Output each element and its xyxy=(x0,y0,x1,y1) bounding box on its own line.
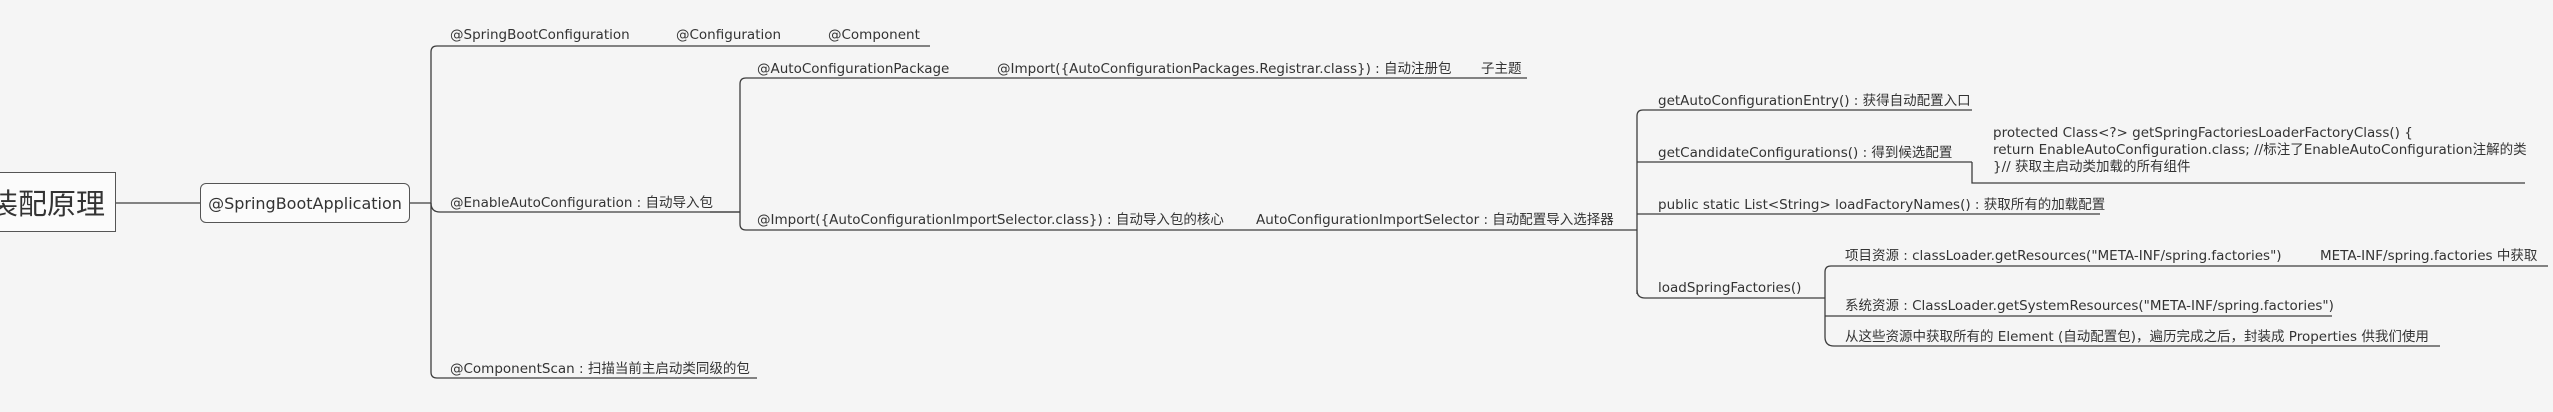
mindmap-canvas: 装配原理 @SpringBootApplication @SpringBootC… xyxy=(0,0,2553,412)
traverse-topic[interactable]: 从这些资源中获取所有的 Element (自动配置包)，遍历完成之后，封装成 P… xyxy=(1845,329,2429,346)
system-resources-topic[interactable]: 系统资源 : ClassLoader.getSystemResources("M… xyxy=(1845,298,2334,315)
branch-get-entry xyxy=(1636,109,1972,117)
candidate-code-line-1: protected Class<?> getSpringFactoriesLoa… xyxy=(1993,125,2413,141)
get-entry-topic[interactable]: getAutoConfigurationEntry() : 获得自动配置入口 xyxy=(1658,93,1971,110)
import-selector-topic[interactable]: @Import({AutoConfigurationImportSelector… xyxy=(757,212,1224,229)
meta-inf-topic[interactable]: META-INF/spring.factories 中获取 xyxy=(2320,248,2537,265)
candidate-code-line-2: return EnableAutoConfiguration.class; //… xyxy=(1993,142,2527,158)
branch-autoconfigurationpackage xyxy=(739,77,1527,85)
selector-topic[interactable]: AutoConfigurationImportSelector : 自动配置导入… xyxy=(1256,212,1614,229)
candidate-code-line-3: }// 获取主启动类加载的所有组件 xyxy=(1993,159,2191,175)
enableautoconfiguration-topic[interactable]: @EnableAutoConfiguration : 自动导入包 xyxy=(450,195,713,212)
get-candidates-topic[interactable]: getCandidateConfigurations() : 得到候选配置 xyxy=(1658,145,1952,162)
componentscan-topic[interactable]: @ComponentScan : 扫描当前主启动类同级的包 xyxy=(450,361,750,378)
sub-topic[interactable]: 子主题 xyxy=(1481,61,1522,78)
import-registrar-topic[interactable]: @Import({AutoConfigurationPackages.Regis… xyxy=(997,61,1452,78)
candidate-code-topic[interactable]: protected Class<?> getSpringFactoriesLoa… xyxy=(1993,125,2527,176)
load-factory-names-topic[interactable]: public static List<String> loadFactoryNa… xyxy=(1658,197,2105,214)
load-spring-factories-topic[interactable]: loadSpringFactories() xyxy=(1658,280,1801,297)
branch-springbootconfiguration xyxy=(430,45,930,53)
configuration-topic[interactable]: @Configuration xyxy=(676,27,781,44)
project-resources-topic[interactable]: 项目资源 : classLoader.getResources("META-IN… xyxy=(1845,248,2282,265)
springbootconfiguration-topic[interactable]: @SpringBootConfiguration xyxy=(450,27,630,44)
component-topic[interactable]: @Component xyxy=(828,27,920,44)
root-topic[interactable]: 装配原理 xyxy=(0,172,116,232)
springbootapplication-topic[interactable]: @SpringBootApplication xyxy=(200,183,410,223)
autoconfigurationpackage-topic[interactable]: @AutoConfigurationPackage xyxy=(757,61,949,78)
branch-project-resources xyxy=(1824,265,2305,273)
